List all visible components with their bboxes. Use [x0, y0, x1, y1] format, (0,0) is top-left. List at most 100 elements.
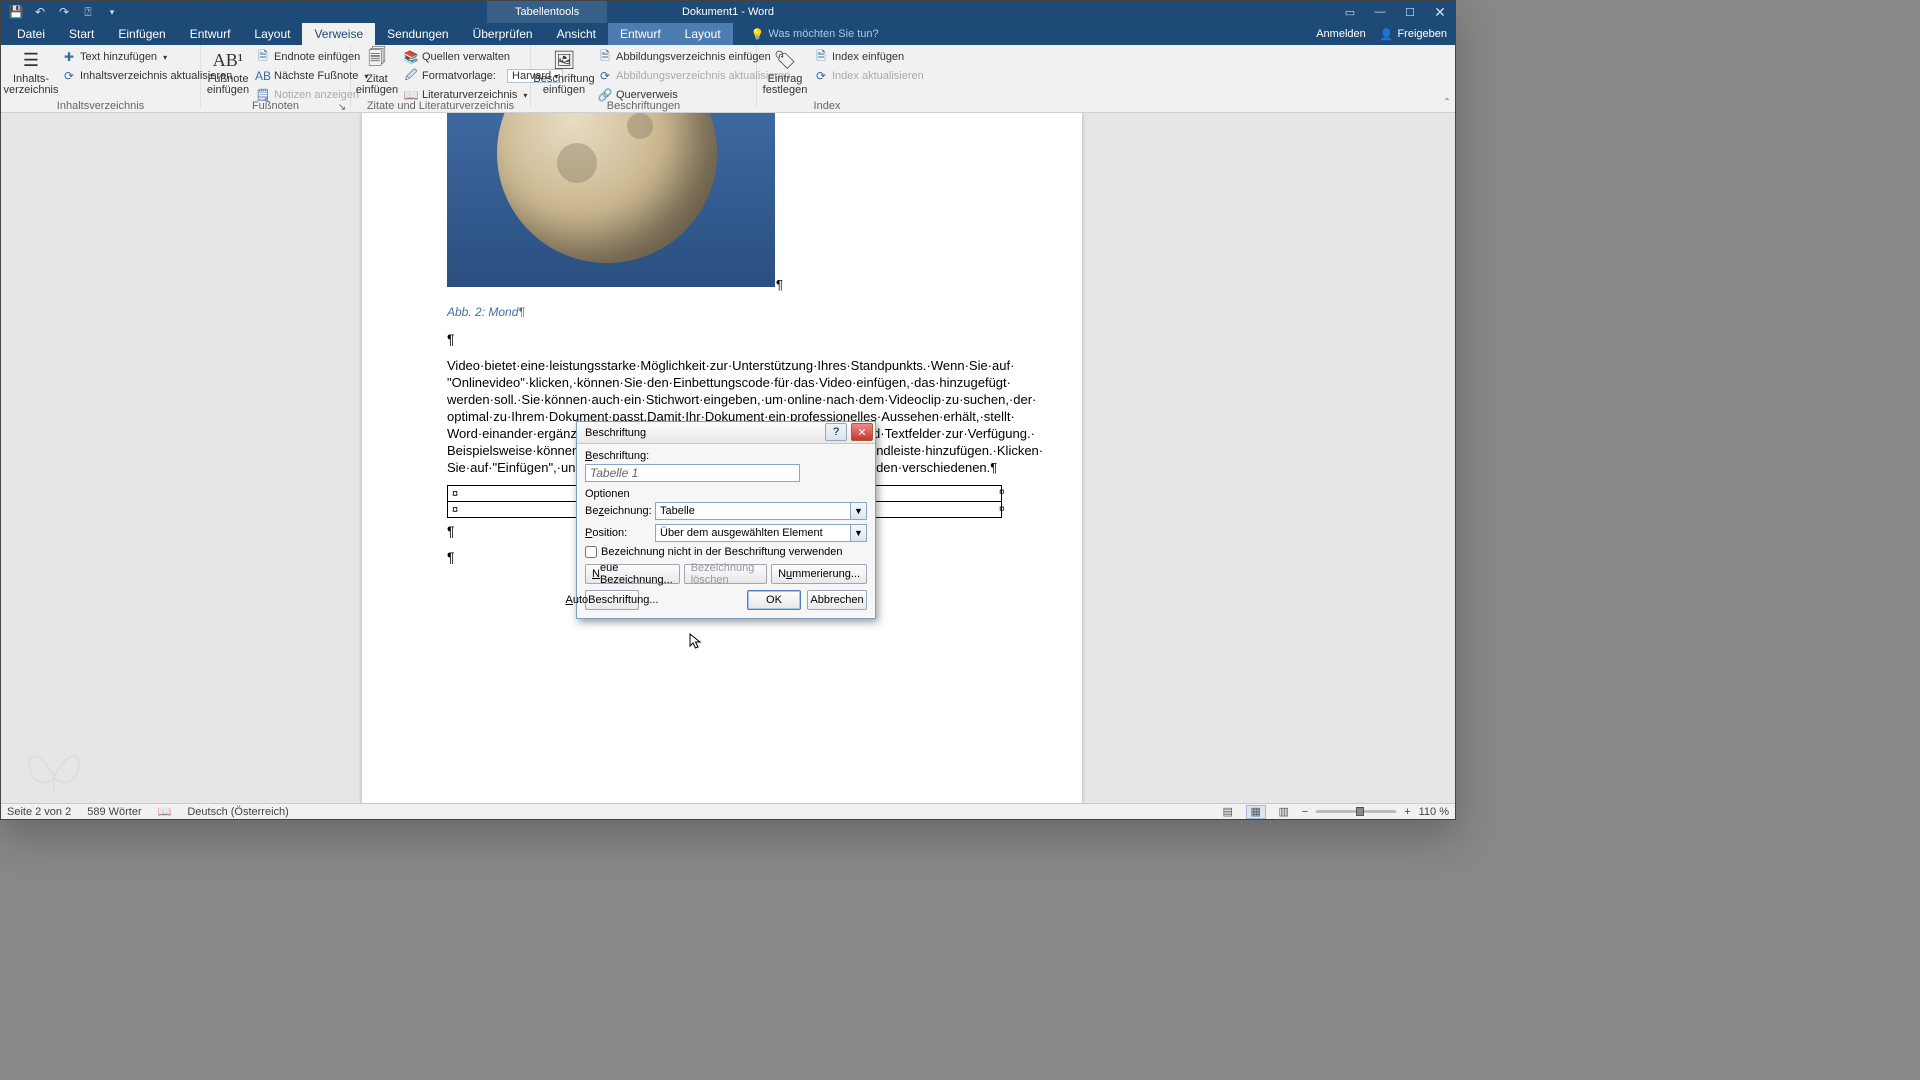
status-word-count[interactable]: 589 Wörter	[87, 806, 141, 818]
toc-icon: ☰	[19, 48, 43, 72]
new-label-button[interactable]: Neue Bezeichnung...	[585, 564, 680, 584]
tab-verweise[interactable]: Verweise	[302, 23, 375, 45]
update-index-button[interactable]: ⟳Index aktualisieren	[811, 67, 927, 85]
ribbon-display-options-icon[interactable]: ▭	[1335, 1, 1365, 23]
background-watermark-icon	[19, 737, 89, 797]
group-label-toc: Inhaltsverzeichnis	[57, 100, 144, 112]
delete-label-button: Bezeichnung löschen	[684, 564, 767, 584]
auto-caption-button[interactable]: AutoBeschriftung...	[585, 590, 639, 610]
mark-entry-label: Eintrag festlegen	[763, 74, 808, 96]
read-mode-view-icon[interactable]: ▤	[1218, 805, 1238, 819]
manage-sources-label: Quellen verwalten	[422, 51, 510, 63]
caption-dialog: Beschriftung ? ✕ Beschriftung: Optionen …	[576, 421, 876, 619]
tab-table-layout[interactable]: Layout	[673, 23, 733, 45]
group-label-footnotes: Fußnoten	[252, 100, 299, 112]
footnotes-dialog-launcher-icon[interactable]: ↘	[336, 101, 348, 113]
chevron-down-icon[interactable]: ▼	[850, 503, 866, 519]
insert-footnote-label: Fußnote einfügen	[207, 74, 249, 96]
maximize-icon[interactable]: ☐	[1395, 1, 1425, 23]
web-layout-view-icon[interactable]: ▥	[1274, 805, 1294, 819]
citation-icon: 🗐	[365, 48, 389, 72]
next-footnote-label: Nächste Fußnote	[274, 70, 358, 82]
document-canvas[interactable]: ¶ Abb. 2: Mond¶ ¶ Video·bietet·eine·leis…	[1, 113, 1455, 803]
tab-table-entwurf[interactable]: Entwurf	[608, 23, 673, 45]
tell-me-placeholder: Was möchten Sie tun?	[768, 28, 878, 40]
cancel-button[interactable]: Abbrechen	[807, 590, 867, 610]
ribbon: ☰ Inhalts- verzeichnis ✚Text hinzufügen▾…	[1, 45, 1455, 113]
exclude-label-checkbox-input[interactable]	[585, 546, 597, 558]
sign-in-link[interactable]: Anmelden	[1316, 28, 1366, 40]
tab-layout[interactable]: Layout	[242, 23, 302, 45]
row-end-mark: ¤	[999, 504, 1007, 512]
auto-caption-text: utoBeschriftung...	[573, 594, 659, 606]
numbering-button[interactable]: Nummerierung...	[771, 564, 867, 584]
document-image-moon[interactable]	[447, 113, 775, 287]
zoom-in-icon[interactable]: +	[1404, 806, 1410, 818]
exclude-label-checkbox[interactable]: Bezeichnung nicht in der Beschriftung ve…	[585, 546, 867, 558]
chevron-down-icon[interactable]: ▼	[850, 525, 866, 541]
insert-caption-button[interactable]: 🖼 Beschriftung einfügen	[537, 48, 591, 106]
zoom-level[interactable]: 110 %	[1419, 806, 1449, 818]
insert-index-icon: 🗎	[814, 50, 828, 64]
lightbulb-icon: 💡	[751, 28, 765, 41]
mark-index-entry-button[interactable]: 🏷 Eintrag festlegen	[763, 48, 807, 106]
insert-citation-button[interactable]: 🗐 Zitat einfügen	[357, 48, 397, 106]
tab-ueberpruefen[interactable]: Überprüfen	[461, 23, 545, 45]
update-icon: ⟳	[62, 69, 76, 83]
style-label: Formatvorlage:	[422, 70, 496, 82]
undo-icon[interactable]: ↶	[29, 2, 51, 22]
minimize-icon[interactable]: —	[1365, 1, 1395, 23]
caption-field-label: Beschriftung:	[585, 450, 867, 462]
label-select[interactable]: Tabelle▼	[655, 502, 867, 520]
next-footnote-icon: AB	[256, 69, 270, 83]
save-icon[interactable]: 💾	[5, 2, 27, 22]
status-spellcheck-icon[interactable]: 📖	[158, 805, 172, 818]
insert-index-button[interactable]: 🗎 Index einfügen	[811, 48, 927, 66]
ok-button[interactable]: OK	[747, 590, 801, 610]
update-index-label: Index aktualisieren	[832, 70, 924, 82]
dialog-titlebar[interactable]: Beschriftung ? ✕	[577, 422, 875, 444]
tell-me-search[interactable]: 💡Was möchten Sie tun?	[739, 23, 891, 45]
mark-entry-icon: 🏷	[773, 48, 797, 72]
group-label-captions: Beschriftungen	[607, 100, 680, 112]
touch-mode-icon[interactable]: ⍰	[77, 2, 99, 22]
add-text-label: Text hinzufügen	[80, 51, 157, 63]
caption-input[interactable]	[585, 464, 800, 482]
dialog-help-icon[interactable]: ?	[825, 423, 847, 441]
update-tof-icon: ⟳	[598, 69, 612, 83]
insert-footnote-button[interactable]: AB¹ Fußnote einfügen	[207, 48, 249, 106]
tab-datei[interactable]: Datei	[5, 23, 57, 45]
collapse-ribbon-icon[interactable]: ˆ	[1445, 96, 1449, 110]
dialog-close-icon[interactable]: ✕	[851, 423, 873, 441]
status-language[interactable]: Deutsch (Österreich)	[187, 806, 288, 818]
tab-sendungen[interactable]: Sendungen	[375, 23, 460, 45]
insert-endnote-label: Endnote einfügen	[274, 51, 360, 63]
zoom-slider-thumb[interactable]	[1356, 807, 1364, 816]
insert-caption-label: Beschriftung einfügen	[533, 74, 594, 96]
position-select-value: Über dem ausgewählten Element	[660, 527, 823, 539]
add-text-icon: ✚	[62, 50, 76, 64]
row-end-mark: ¤	[999, 487, 1007, 495]
position-select[interactable]: Über dem ausgewählten Element ▼	[655, 524, 867, 542]
caption-icon: 🖼	[552, 48, 576, 72]
tab-einfuegen[interactable]: Einfügen	[106, 23, 177, 45]
mouse-cursor-icon	[689, 633, 703, 651]
tab-ansicht[interactable]: Ansicht	[545, 23, 608, 45]
share-button[interactable]: 👤Freigeben	[1380, 28, 1447, 41]
zoom-out-icon[interactable]: −	[1302, 806, 1308, 818]
redo-icon[interactable]: ↷	[53, 2, 75, 22]
insert-toc-button[interactable]: ☰ Inhalts- verzeichnis	[7, 48, 55, 106]
qat-customize-icon[interactable]: ▾	[101, 2, 123, 22]
tab-entwurf[interactable]: Entwurf	[178, 23, 243, 45]
close-icon[interactable]: ✕	[1425, 1, 1455, 23]
tab-start[interactable]: Start	[57, 23, 106, 45]
zoom-slider[interactable]	[1316, 810, 1396, 813]
pilcrow-mark: ¶	[447, 523, 455, 539]
status-bar: Seite 2 von 2 589 Wörter 📖 Deutsch (Öste…	[1, 803, 1455, 819]
insert-index-label: Index einfügen	[832, 51, 904, 63]
print-layout-view-icon[interactable]: ▦	[1246, 805, 1266, 819]
manage-sources-icon: 📚	[404, 50, 418, 64]
label-field-label: Bezeichnung:	[585, 505, 655, 517]
new-label-text: eue Bezeichnung...	[600, 562, 673, 586]
status-page[interactable]: Seite 2 von 2	[7, 806, 71, 818]
